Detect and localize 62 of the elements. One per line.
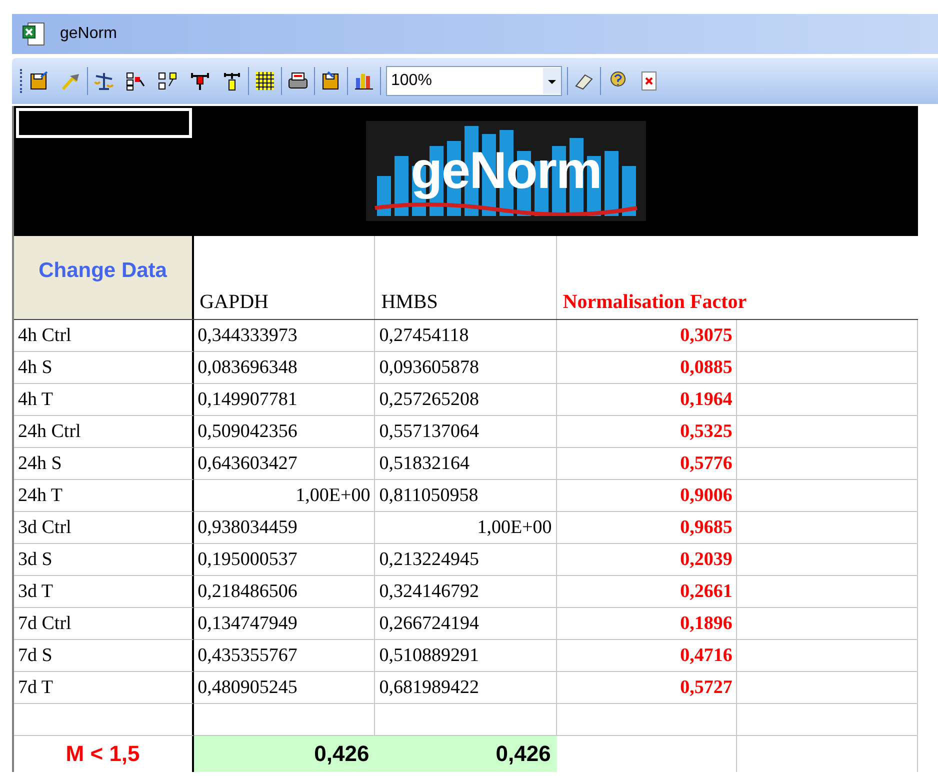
row-label: 7d Ctrl [14, 608, 194, 640]
factor-cell: 0,9685 [556, 512, 738, 544]
factor-cell: 0,5776 [556, 448, 738, 480]
scale-icon[interactable] [93, 70, 115, 92]
factor-cell: 0,0885 [556, 352, 738, 384]
factor-cell: 0,4716 [556, 640, 738, 672]
factor-cell: 0,3075 [556, 320, 738, 352]
table-cell: 0,083696348 [194, 352, 376, 384]
factor-cell: 0,5727 [556, 672, 738, 704]
column-header: Normalisation Factor [562, 290, 748, 315]
row-label: 24h T [14, 480, 194, 512]
table-cell: 0,257265208 [375, 384, 557, 416]
table-cell: 0,681989422 [375, 672, 557, 704]
zoom-dropdown[interactable]: 100% [386, 66, 562, 96]
table-cell: 1,00E+00 [194, 480, 376, 512]
column-header: GAPDH [194, 236, 376, 319]
table-cell: 0,134747949 [194, 608, 376, 640]
change-data-button[interactable]: Change Data [14, 236, 194, 319]
factor-cell: 0,1964 [556, 384, 738, 416]
row-label: 3d T [14, 576, 194, 608]
row-label: 4h S [14, 352, 194, 384]
summary-cell: 0,426 [375, 736, 557, 772]
table-cell: 0,480905245 [194, 672, 376, 704]
table-cell: 0,266724194 [375, 608, 557, 640]
window-title: geNorm [60, 24, 117, 44]
table-cell: 0,093605878 [375, 352, 557, 384]
table-cell: 0,811050958 [375, 480, 557, 512]
table-cell: 0,51832164 [375, 448, 557, 480]
table-cell: 0,643603427 [194, 448, 376, 480]
table-cell: 0,149907781 [194, 384, 376, 416]
factor-cell: 0,9006 [556, 480, 738, 512]
row-label: 3d S [14, 544, 194, 576]
row-label: 4h Ctrl [14, 320, 194, 352]
save-icon[interactable] [28, 70, 50, 92]
flowchart-icon[interactable] [157, 70, 179, 92]
table-cell: 0,938034459 [194, 512, 376, 544]
table-cell: 1,00E+00 [375, 512, 557, 544]
table-cell: 0,557137064 [375, 416, 557, 448]
grid-icon[interactable] [254, 70, 276, 92]
table-cell: 0,27454118 [375, 320, 557, 352]
factor-cell: 0,2039 [556, 544, 738, 576]
factor-cell: 0,5325 [556, 416, 738, 448]
row-label: 24h Ctrl [14, 416, 194, 448]
table-cell: 0,435355767 [194, 640, 376, 672]
table-cell: 0,510889291 [375, 640, 557, 672]
table-cell: 0,218486506 [194, 576, 376, 608]
factor-cell: 0,1896 [556, 608, 738, 640]
row-label: 4h T [14, 384, 194, 416]
caret-icon [543, 68, 561, 94]
table-cell: 0,213224945 [375, 544, 557, 576]
table-cell: 0,324146792 [375, 576, 557, 608]
flowchart-icon[interactable] [125, 70, 147, 92]
table-cell: 0,509042356 [194, 416, 376, 448]
row-label: 7d T [14, 672, 194, 704]
row-label: 3d Ctrl [14, 512, 194, 544]
factor-cell: 0,2661 [556, 576, 738, 608]
row-label: 24h S [14, 448, 194, 480]
summary-cell: 0,426 [194, 736, 376, 772]
column-header: HMBS [375, 236, 557, 319]
table-cell: 0,195000537 [194, 544, 376, 576]
table-cell: 0,344333973 [194, 320, 376, 352]
row-label: 7d S [14, 640, 194, 672]
